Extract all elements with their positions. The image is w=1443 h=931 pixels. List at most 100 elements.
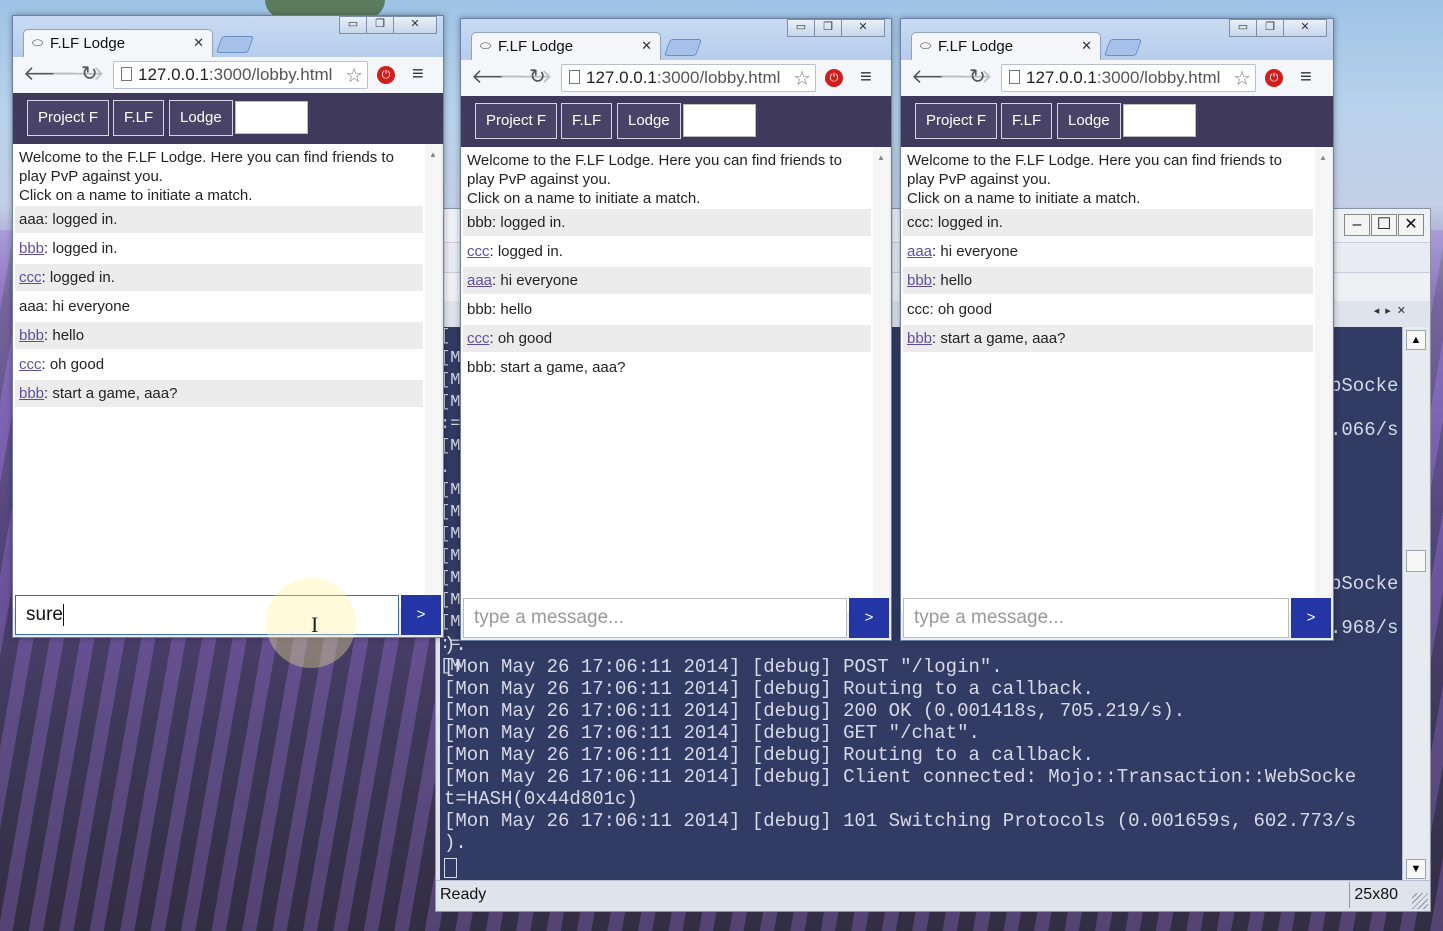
chat-scrollbar[interactable]: ▲ ▼	[425, 144, 441, 608]
nav-lodge[interactable]: Lodge	[617, 103, 681, 139]
username-link: bbb	[467, 214, 493, 231]
maximize-icon[interactable]: ☐	[1371, 214, 1397, 236]
username-link[interactable]: ccc	[467, 243, 490, 260]
stop-extension-icon[interactable]: ⏻	[825, 69, 843, 87]
menu-icon[interactable]: ≡	[1300, 66, 1312, 89]
chat-message: aaa: hi everyone	[903, 238, 1313, 265]
minimize-icon[interactable]: ▭	[339, 16, 367, 34]
browser-tab[interactable]: ⬭ F.LF Lodge ✕	[23, 29, 213, 57]
tab-navigation-icons[interactable]: ◂▸✕	[1374, 304, 1412, 317]
close-icon[interactable]: ✕	[1283, 19, 1327, 37]
close-icon[interactable]: ✕	[393, 16, 437, 34]
send-button[interactable]: >	[1291, 598, 1331, 638]
username-link[interactable]: bbb	[907, 330, 932, 347]
chat-log[interactable]: Welcome to the F.LF Lodge. Here you can …	[13, 144, 441, 608]
scrollbar-thumb[interactable]	[1406, 550, 1426, 572]
username-link[interactable]: bbb	[19, 240, 44, 257]
resize-grip-icon[interactable]	[1412, 893, 1428, 909]
url-text: 127.0.0.1:3000/lobby.html	[138, 65, 332, 85]
tab-title: F.LF Lodge	[50, 35, 126, 52]
close-icon[interactable]: ✕	[841, 19, 885, 37]
new-tab-button[interactable]	[215, 36, 255, 53]
reload-icon[interactable]: ↻	[529, 67, 546, 87]
restore-icon[interactable]: ❐	[366, 16, 394, 34]
page-icon: ⬭	[32, 35, 44, 50]
nav-lodge[interactable]: Lodge	[169, 100, 233, 136]
address-bar[interactable]: 127.0.0.1:3000/lobby.html ☆	[561, 64, 816, 92]
nav-lodge[interactable]: Lodge	[1057, 103, 1121, 139]
scroll-up-icon[interactable]: ▲	[1319, 153, 1327, 162]
username-link[interactable]: bbb	[907, 272, 932, 289]
chat-scrollbar[interactable]: ▲ ▼	[873, 147, 889, 612]
browser-window[interactable]: ▭ ❐ ✕ ⬭ F.LF Lodge ✕ 🡐 🡒 ↻ 127.0.0.1:300…	[900, 18, 1334, 641]
send-button[interactable]: >	[849, 598, 889, 638]
send-button[interactable]: >	[401, 595, 441, 635]
reload-icon[interactable]: ↻	[81, 64, 98, 84]
username-link[interactable]: ccc	[19, 356, 42, 373]
scroll-up-icon[interactable]: ▲	[1406, 330, 1426, 350]
nav-flf[interactable]: F.LF	[561, 103, 613, 139]
chat-scrollbar[interactable]: ▲ ▼	[1315, 147, 1331, 612]
username-link[interactable]: aaa	[467, 272, 492, 289]
stop-extension-icon[interactable]: ⏻	[377, 66, 395, 84]
menu-icon[interactable]: ≡	[412, 63, 424, 86]
address-bar[interactable]: 127.0.0.1:3000/lobby.html ☆	[1001, 64, 1256, 92]
welcome-text: Welcome to the F.LF Lodge. Here you can …	[19, 148, 419, 205]
bookmark-star-icon[interactable]: ☆	[345, 63, 363, 88]
window-controls: ▭ ❐ ✕	[1229, 19, 1327, 37]
bookmark-star-icon[interactable]: ☆	[793, 66, 811, 91]
close-icon[interactable]: ✕	[1398, 214, 1424, 236]
nav-input-field[interactable]	[235, 101, 308, 134]
new-tab-button[interactable]	[663, 39, 703, 56]
browser-tab[interactable]: ⬭ F.LF Lodge ✕	[911, 32, 1101, 60]
site-nav: Project F F.LF Lodge	[461, 96, 891, 147]
new-tab-button[interactable]	[1103, 39, 1143, 56]
nav-input-field[interactable]	[683, 104, 756, 137]
stop-extension-icon[interactable]: ⏻	[1265, 69, 1283, 87]
minimize-icon[interactable]: –	[1344, 214, 1370, 236]
message-text: : hi everyone	[492, 272, 578, 289]
nav-project-f[interactable]: Project F	[475, 103, 558, 139]
tab-close-icon[interactable]: ✕	[1081, 38, 1092, 54]
restore-icon[interactable]: ❐	[814, 19, 842, 37]
welcome-line: Welcome to the F.LF Lodge. Here you can …	[19, 149, 394, 166]
scroll-down-icon[interactable]: ▼	[1406, 859, 1426, 879]
minimize-icon[interactable]: ▭	[787, 19, 815, 37]
browser-window[interactable]: ▭ ❐ ✕ ⬭ F.LF Lodge ✕ 🡐 🡒 ↻ 127.0.0.1:300…	[12, 15, 444, 638]
tab-close-icon[interactable]: ✕	[193, 35, 204, 51]
scroll-up-icon[interactable]: ▲	[877, 153, 885, 162]
menu-icon[interactable]: ≡	[860, 66, 872, 89]
nav-project-f[interactable]: Project F	[27, 100, 110, 136]
username-link[interactable]: ccc	[19, 269, 42, 286]
url-host: 127.0.0.1	[586, 68, 657, 87]
url-text: 127.0.0.1:3000/lobby.html	[1026, 68, 1220, 88]
tab-close-icon[interactable]: ✕	[641, 38, 652, 54]
document-icon	[121, 67, 132, 81]
terminal-scrollbar[interactable]: ▲ ▼	[1402, 327, 1429, 882]
nav-flf[interactable]: F.LF	[1001, 103, 1053, 139]
message-input[interactable]: type a message...	[903, 598, 1289, 638]
bookmark-star-icon[interactable]: ☆	[1233, 66, 1251, 91]
chat-message: bbb: hello	[463, 296, 871, 323]
nav-project-f[interactable]: Project F	[915, 103, 998, 139]
reload-icon[interactable]: ↻	[969, 67, 986, 87]
chat-log[interactable]: Welcome to the F.LF Lodge. Here you can …	[901, 147, 1331, 612]
restore-icon[interactable]: ❐	[1256, 19, 1284, 37]
chat-log[interactable]: Welcome to the F.LF Lodge. Here you can …	[461, 147, 889, 612]
username-link[interactable]: bbb	[19, 385, 44, 402]
page-icon: ⬭	[920, 38, 932, 53]
message-input[interactable]: type a message...	[463, 598, 847, 638]
username-link[interactable]: ccc	[467, 330, 490, 347]
document-icon	[569, 70, 580, 84]
minimize-icon[interactable]: ▭	[1229, 19, 1257, 37]
nav-flf[interactable]: F.LF	[113, 100, 165, 136]
browser-window[interactable]: ▭ ❐ ✕ ⬭ F.LF Lodge ✕ 🡐 🡒 ↻ 127.0.0.1:300…	[460, 18, 892, 641]
address-bar[interactable]: 127.0.0.1:3000/lobby.html ☆	[113, 61, 368, 89]
nav-input-field[interactable]	[1123, 104, 1196, 137]
username-link[interactable]: bbb	[19, 327, 44, 344]
welcome-text: Welcome to the F.LF Lodge. Here you can …	[907, 151, 1309, 208]
text-caret	[62, 603, 64, 626]
username-link[interactable]: aaa	[907, 243, 932, 260]
browser-tab[interactable]: ⬭ F.LF Lodge ✕	[471, 32, 661, 60]
scroll-up-icon[interactable]: ▲	[429, 150, 437, 159]
